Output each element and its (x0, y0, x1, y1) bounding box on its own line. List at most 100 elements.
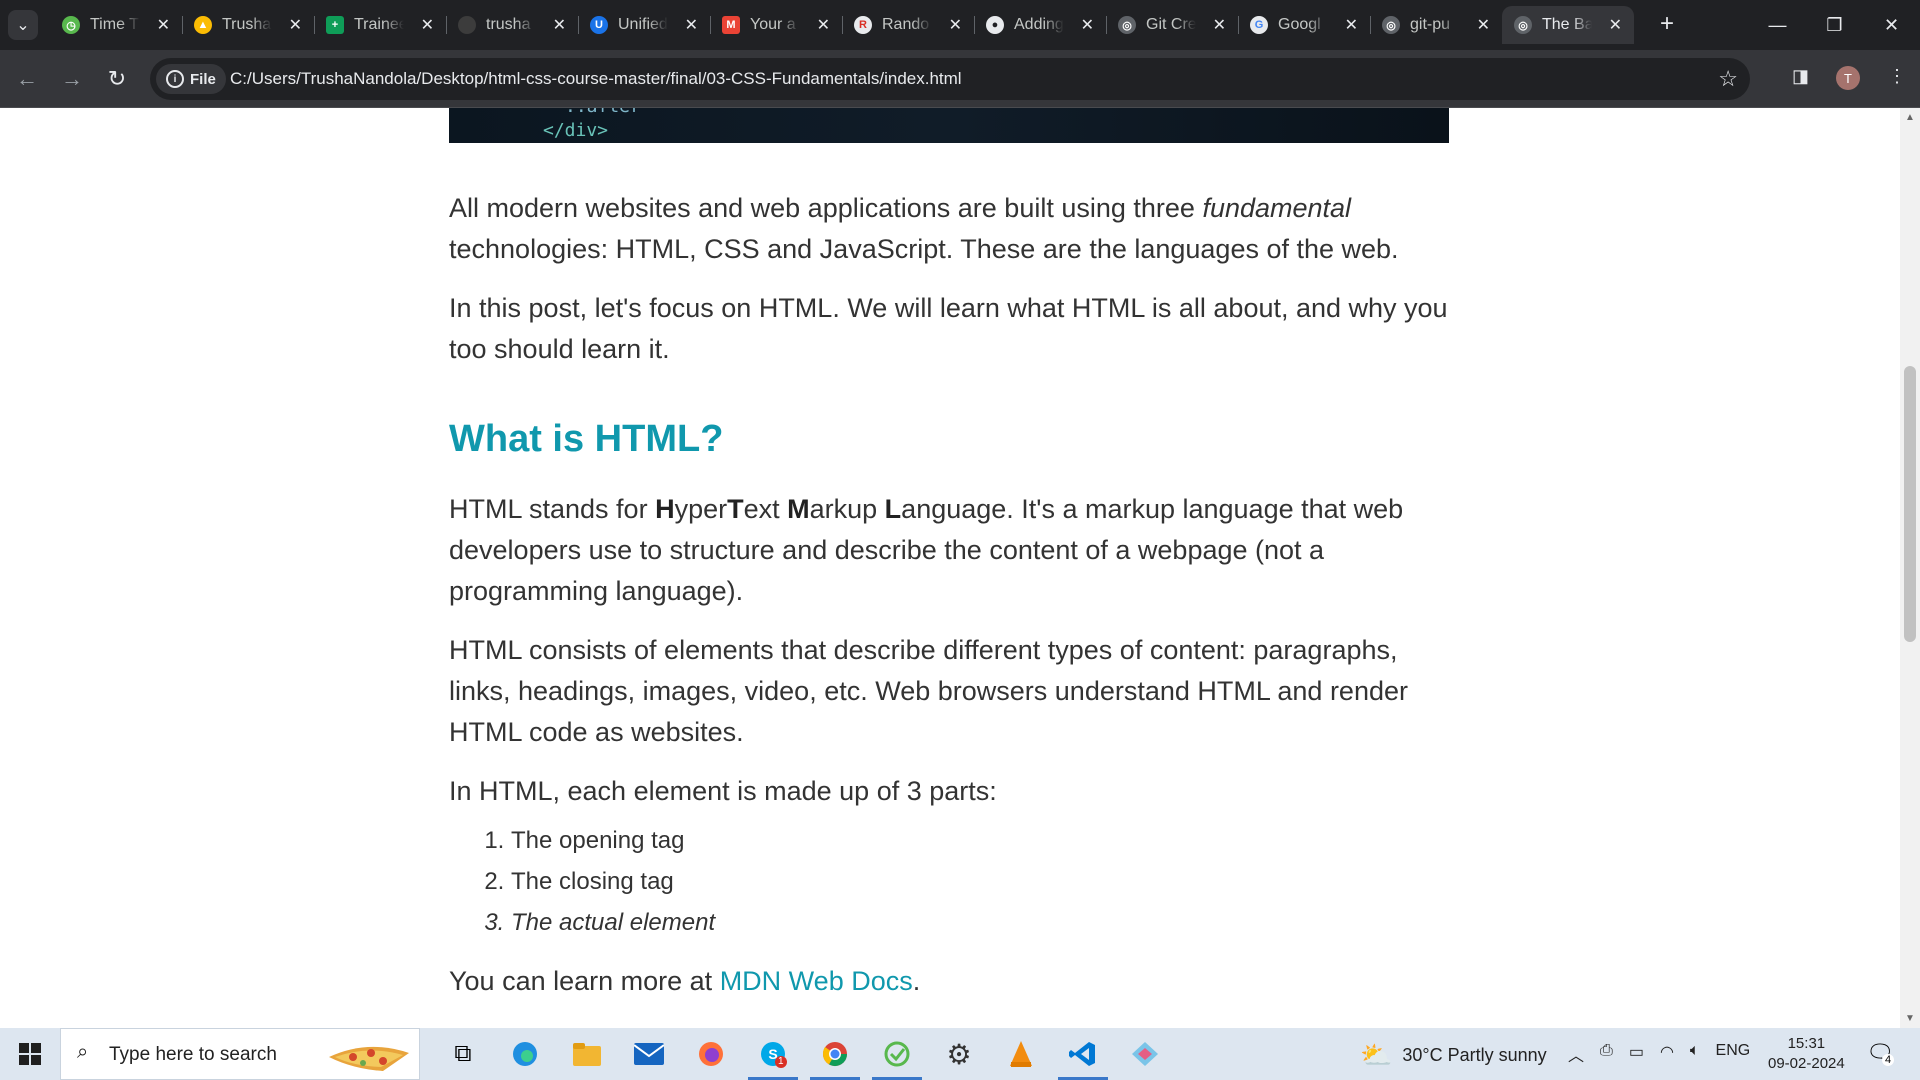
wifi-icon[interactable]: ◠ (1660, 1042, 1674, 1066)
tab-close-icon[interactable]: ✕ (817, 15, 830, 35)
tab-close-icon[interactable]: ✕ (1345, 15, 1358, 35)
taskbar-search[interactable]: ⌕ Type here to search (60, 1028, 420, 1080)
tab[interactable]: trusha ✕ (446, 6, 578, 44)
tab-close-icon[interactable]: ✕ (949, 15, 962, 35)
info-icon: i (166, 70, 184, 88)
scroll-up-icon[interactable]: ▲ (1905, 112, 1915, 123)
scroll-down-icon[interactable]: ▼ (1905, 1013, 1915, 1024)
text: ext (743, 494, 788, 524)
mdn-link[interactable]: MDN Web Docs (720, 966, 913, 996)
list-item: The opening tag (511, 820, 1459, 861)
task-view-icon[interactable]: ⧉ (432, 1028, 494, 1080)
tab-favicon-icon: ◎ (1382, 16, 1400, 34)
tab-favicon-icon: G (1250, 16, 1268, 34)
tab-close-icon[interactable]: ✕ (289, 15, 302, 35)
volume-icon[interactable]: 🔈︎ (1690, 1042, 1700, 1066)
tab-title: Your a (750, 16, 796, 33)
time-tracker-icon[interactable] (866, 1028, 928, 1080)
new-tab-button[interactable]: + (1652, 10, 1682, 38)
chevron-up-icon[interactable]: ︿ (1568, 1042, 1584, 1066)
weather-widget[interactable]: ⛅ 30°C Partly sunny (1360, 1040, 1547, 1071)
text: . (912, 966, 921, 996)
page-scrollbar[interactable]: ▲ ▼ (1900, 108, 1920, 1028)
start-button[interactable] (0, 1028, 60, 1080)
file-explorer-icon[interactable] (556, 1028, 618, 1080)
skype-icon[interactable]: S1 (742, 1028, 804, 1080)
tab[interactable]: G Googl ✕ (1238, 6, 1370, 44)
article-content: All modern websites and web applications… (449, 188, 1459, 1020)
address-bar[interactable]: i File C:/Users/TrushaNandola/Desktop/ht… (150, 58, 1750, 100)
minimize-button[interactable]: — (1749, 0, 1806, 50)
tab-close-icon[interactable]: ✕ (421, 15, 434, 35)
tab[interactable]: ▲ Trusha ✕ (182, 6, 314, 44)
forward-button[interactable]: → (55, 62, 89, 96)
tab-favicon-icon: ◷ (62, 16, 80, 34)
mail-icon[interactable] (618, 1028, 680, 1080)
menu-kebab-icon[interactable]: ⋮ (1888, 66, 1906, 87)
tab-close-icon[interactable]: ✕ (1213, 15, 1226, 35)
profile-avatar[interactable]: T (1836, 66, 1860, 90)
scrollbar-thumb[interactable] (1904, 366, 1916, 642)
close-window-button[interactable]: ✕ (1863, 0, 1920, 50)
tab-title: git-pu (1410, 16, 1451, 33)
tab[interactable]: R Rando ✕ (842, 6, 974, 44)
notification-count: 4 (1882, 1054, 1895, 1066)
tab[interactable]: U Unified ✕ (578, 6, 710, 44)
tab-close-icon[interactable]: ✕ (1081, 15, 1094, 35)
clock-date: 09-02-2024 (1768, 1055, 1845, 1072)
tab[interactable]: + Trainee ✕ (314, 6, 446, 44)
tab-close-icon[interactable]: ✕ (1477, 15, 1490, 35)
tab-close-icon[interactable]: ✕ (1609, 15, 1622, 35)
edge-icon[interactable] (494, 1028, 556, 1080)
bookmark-star-icon[interactable]: ☆ (1718, 66, 1738, 92)
tab-title: Rando (882, 16, 930, 33)
tab[interactable]: ◷ Time T ✕ (50, 6, 182, 44)
arrow-left-icon: ← (16, 66, 38, 91)
definition-paragraph: HTML stands for HyperText Markup Languag… (449, 489, 1459, 612)
tab[interactable]: M Your a ✕ (710, 6, 842, 44)
tab[interactable]: ◎ git-pu ✕ (1370, 6, 1502, 44)
partly-sunny-icon: ⛅ (1360, 1040, 1393, 1070)
list-item: The actual element (511, 902, 1459, 943)
bold-letter: T (727, 494, 744, 524)
vlc-icon[interactable] (990, 1028, 1052, 1080)
chrome-icon[interactable] (804, 1028, 866, 1080)
restore-button[interactable]: ❐ (1806, 0, 1863, 50)
tab-active[interactable]: ◎ The Ba ✕ (1502, 6, 1634, 44)
tab-close-icon[interactable]: ✕ (157, 15, 170, 35)
intro-paragraph-2: In this post, let's focus on HTML. We wi… (449, 293, 1448, 364)
text: All modern websites and web applications… (449, 193, 1203, 223)
text: arkup (809, 494, 885, 524)
tab-close-icon[interactable]: ✕ (553, 15, 566, 35)
reload-icon: ↻ (107, 66, 127, 91)
reload-button[interactable]: ↻ (100, 62, 134, 96)
notification-center[interactable]: 🗨︎ 4 (1866, 1040, 1895, 1066)
site-info-chip[interactable]: i File (156, 64, 226, 94)
settings-gear-icon[interactable]: ⚙ (928, 1028, 990, 1080)
firefox-icon[interactable] (680, 1028, 742, 1080)
elements-paragraph: HTML consists of elements that describe … (449, 635, 1408, 747)
emphasis: fundamental (1202, 193, 1352, 223)
clock-time: 15:31 (1787, 1035, 1826, 1052)
side-panel-icon[interactable]: ◨ (1792, 66, 1809, 87)
vscode-icon[interactable] (1052, 1028, 1114, 1080)
language-indicator[interactable]: ENG (1716, 1042, 1751, 1066)
url-text[interactable]: C:/Users/TrushaNandola/Desktop/html-css-… (230, 69, 962, 89)
tab-close-icon[interactable]: ✕ (685, 15, 698, 35)
tab-list: ◷ Time T ✕ ▲ Trusha ✕ + Trainee ✕ trusha… (50, 6, 1634, 44)
bold-letter: H (655, 494, 675, 524)
search-icon: ⌕ (77, 1041, 89, 1063)
tab-title: Time T (90, 16, 139, 33)
git-kraken-icon[interactable] (1114, 1028, 1176, 1080)
tab[interactable]: ● Adding ✕ (974, 6, 1106, 44)
meet-now-icon[interactable]: ⎙ (1600, 1042, 1613, 1066)
battery-icon[interactable]: ▭ (1629, 1042, 1644, 1066)
tab-title: Git Cre (1146, 16, 1196, 33)
tab[interactable]: ◎ Git Cre ✕ (1106, 6, 1238, 44)
tab-favicon-icon: ◎ (1514, 16, 1532, 34)
parts-paragraph: In HTML, each element is made up of 3 pa… (449, 776, 997, 806)
tab-title: The Ba (1542, 16, 1592, 33)
tab-search-button[interactable]: ⌄ (8, 10, 38, 40)
taskbar-clock[interactable]: 15:31 09-02-2024 (1768, 1034, 1845, 1074)
back-button[interactable]: ← (10, 62, 44, 96)
